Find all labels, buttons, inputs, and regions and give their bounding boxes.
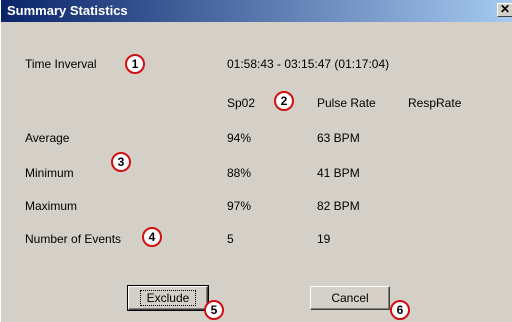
row-label-average: Average <box>25 131 70 145</box>
minimum-pulse-rate: 41 BPM <box>317 166 360 180</box>
row-label-minimum: Minimum <box>25 166 74 180</box>
events-spo2: 5 <box>227 232 234 246</box>
callout-4: 4 <box>142 227 162 247</box>
row-label-number-of-events: Number of Events <box>25 232 122 246</box>
row-label-maximum: Maximum <box>25 199 78 213</box>
column-header-pulse-rate: Pulse Rate <box>317 96 376 110</box>
exclude-button-label: Exclude <box>139 290 197 306</box>
time-interval-label: Time Inverval <box>25 57 97 71</box>
callout-5: 5 <box>204 300 224 320</box>
column-header-resp-rate: RespRate <box>408 96 462 110</box>
maximum-spo2: 97% <box>227 199 252 213</box>
summary-statistics-dialog: Summary Statistics ✕ Time Inverval 1 01:… <box>0 0 512 322</box>
callout-2: 2 <box>274 91 294 111</box>
close-button[interactable]: ✕ <box>497 3 512 17</box>
maximum-pulse-rate: 82 BPM <box>317 199 360 213</box>
cancel-button-label: Cancel <box>331 291 369 305</box>
time-interval-value: 01:58:43 - 03:15:47 (01:17:04) <box>227 57 390 71</box>
title-bar: Summary Statistics ✕ <box>1 0 512 22</box>
exclude-button[interactable]: Exclude <box>127 285 209 311</box>
callout-6: 6 <box>390 300 410 320</box>
column-header-spo2: Sp02 <box>227 96 256 110</box>
events-pulse-rate: 19 <box>317 232 331 246</box>
average-spo2: 94% <box>227 131 252 145</box>
minimum-spo2: 88% <box>227 166 252 180</box>
callout-1: 1 <box>125 54 145 74</box>
callout-3: 3 <box>111 152 131 172</box>
window-title: Summary Statistics <box>7 3 128 18</box>
average-pulse-rate: 63 BPM <box>317 131 360 145</box>
cancel-button[interactable]: Cancel <box>310 286 390 310</box>
